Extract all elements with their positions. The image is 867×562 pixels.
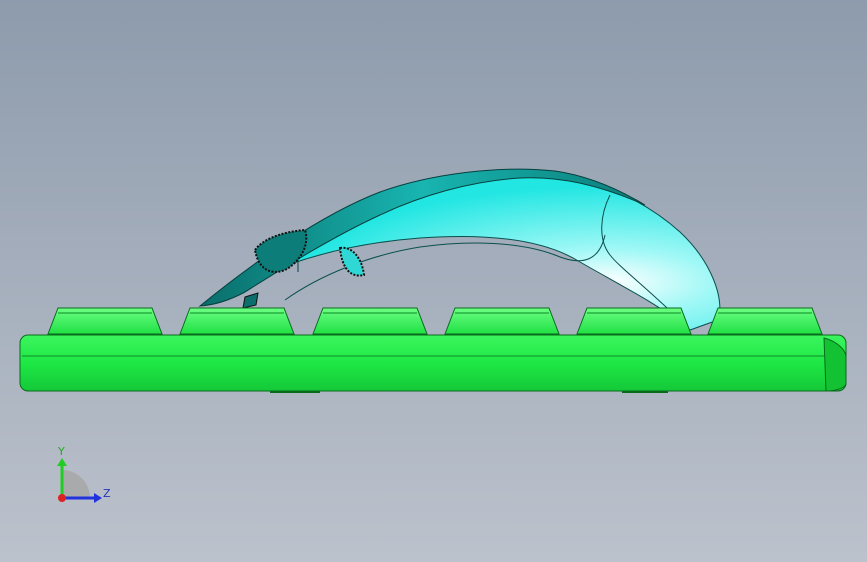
- mouse-cable: [242, 292, 259, 309]
- y-axis-label: Y: [57, 445, 65, 458]
- keycap-1[interactable]: [47, 307, 163, 335]
- keycap-4[interactable]: [444, 307, 560, 335]
- scroll-wheel-front[interactable]: [338, 246, 366, 277]
- scroll-wheel-rear[interactable]: [253, 228, 308, 273]
- triad-quadrant: [62, 470, 90, 498]
- keyboard-base: [19, 334, 847, 392]
- mouse-model[interactable]: [198, 168, 721, 331]
- model-canvas[interactable]: Y Z: [0, 0, 867, 562]
- keycap-6[interactable]: [707, 307, 823, 335]
- y-axis-arrow: [57, 458, 67, 466]
- keycap-5[interactable]: [576, 307, 692, 335]
- keycap-3[interactable]: [312, 307, 428, 335]
- z-axis-arrow: [94, 493, 102, 503]
- keyboard-model[interactable]: [19, 307, 847, 393]
- 3d-viewport[interactable]: Y Z: [0, 0, 867, 562]
- x-axis-dot: [58, 494, 66, 502]
- z-axis-label: Z: [103, 487, 111, 500]
- keycap-2[interactable]: [179, 307, 295, 335]
- axis-triad: Y Z: [57, 445, 111, 503]
